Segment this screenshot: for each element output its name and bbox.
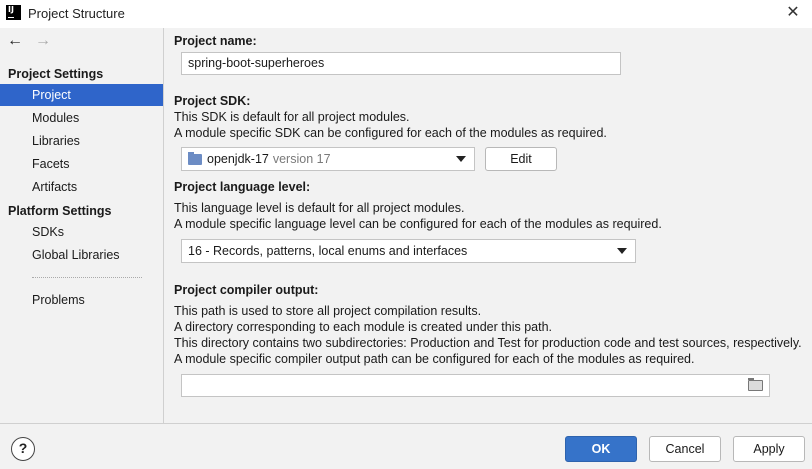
sidebar: ← → Project Settings Project Modules Lib… xyxy=(0,28,164,423)
sidebar-item-libraries[interactable]: Libraries xyxy=(0,130,163,152)
sidebar-item-project[interactable]: Project xyxy=(0,84,163,106)
chevron-down-icon xyxy=(456,156,466,162)
help-icon[interactable]: ? xyxy=(11,437,35,461)
dialog-footer: ? OK Cancel Apply xyxy=(0,423,812,469)
language-level-label: Project language level: xyxy=(174,180,311,194)
language-level-desc-1: This language level is default for all p… xyxy=(174,201,465,215)
language-level-select[interactable]: 16 - Records, patterns, local enums and … xyxy=(181,239,636,263)
project-settings-header: Project Settings xyxy=(8,67,104,81)
compiler-output-desc-2: A directory corresponding to each module… xyxy=(174,320,552,334)
project-name-label: Project name: xyxy=(174,34,257,48)
compiler-output-desc-3: This directory contains two subdirectori… xyxy=(174,336,802,350)
sidebar-item-modules[interactable]: Modules xyxy=(0,107,163,129)
sidebar-item-problems[interactable]: Problems xyxy=(0,289,163,311)
cancel-button[interactable]: Cancel xyxy=(649,436,721,462)
apply-button[interactable]: Apply xyxy=(733,436,805,462)
nav-arrows: ← → xyxy=(6,33,52,51)
compiler-output-desc-1: This path is used to store all project c… xyxy=(174,304,482,318)
language-level-desc-2: A module specific language level can be … xyxy=(174,217,662,231)
sidebar-item-facets[interactable]: Facets xyxy=(0,153,163,175)
close-icon[interactable]: ✕ xyxy=(782,3,804,25)
window-title: Project Structure xyxy=(28,6,125,21)
sidebar-item-artifacts[interactable]: Artifacts xyxy=(0,176,163,198)
back-arrow-icon[interactable]: ← xyxy=(6,33,24,51)
ok-button[interactable]: OK xyxy=(565,436,637,462)
compiler-output-label: Project compiler output: xyxy=(174,283,319,297)
title-bar: IJ Project Structure ✕ xyxy=(0,0,812,28)
project-name-input[interactable]: spring-boot-superheroes xyxy=(181,52,621,75)
forward-arrow-icon[interactable]: → xyxy=(34,33,52,51)
edit-sdk-button[interactable]: Edit xyxy=(485,147,557,171)
sidebar-item-global-libraries[interactable]: Global Libraries xyxy=(0,244,163,266)
compiler-output-input[interactable] xyxy=(181,374,770,397)
chevron-down-icon xyxy=(617,248,627,254)
project-sdk-desc-2: A module specific SDK can be configured … xyxy=(174,126,607,140)
sdk-name: openjdk-17 xyxy=(207,152,269,166)
project-sdk-select[interactable]: openjdk-17 version 17 xyxy=(181,147,475,171)
sidebar-divider xyxy=(32,277,142,278)
main-panel: Project name: spring-boot-superheroes Pr… xyxy=(165,28,812,423)
language-level-value: 16 - Records, patterns, local enums and … xyxy=(188,244,468,258)
platform-settings-header: Platform Settings xyxy=(8,204,112,218)
compiler-output-desc-4: A module specific compiler output path c… xyxy=(174,352,695,366)
sdk-version: version 17 xyxy=(272,152,331,166)
sdk-folder-icon xyxy=(188,151,202,165)
sidebar-item-sdks[interactable]: SDKs xyxy=(0,221,163,243)
folder-browse-icon[interactable] xyxy=(748,378,763,391)
intellij-app-icon: IJ xyxy=(6,5,21,20)
project-sdk-label: Project SDK: xyxy=(174,94,251,108)
project-sdk-desc-1: This SDK is default for all project modu… xyxy=(174,110,410,124)
